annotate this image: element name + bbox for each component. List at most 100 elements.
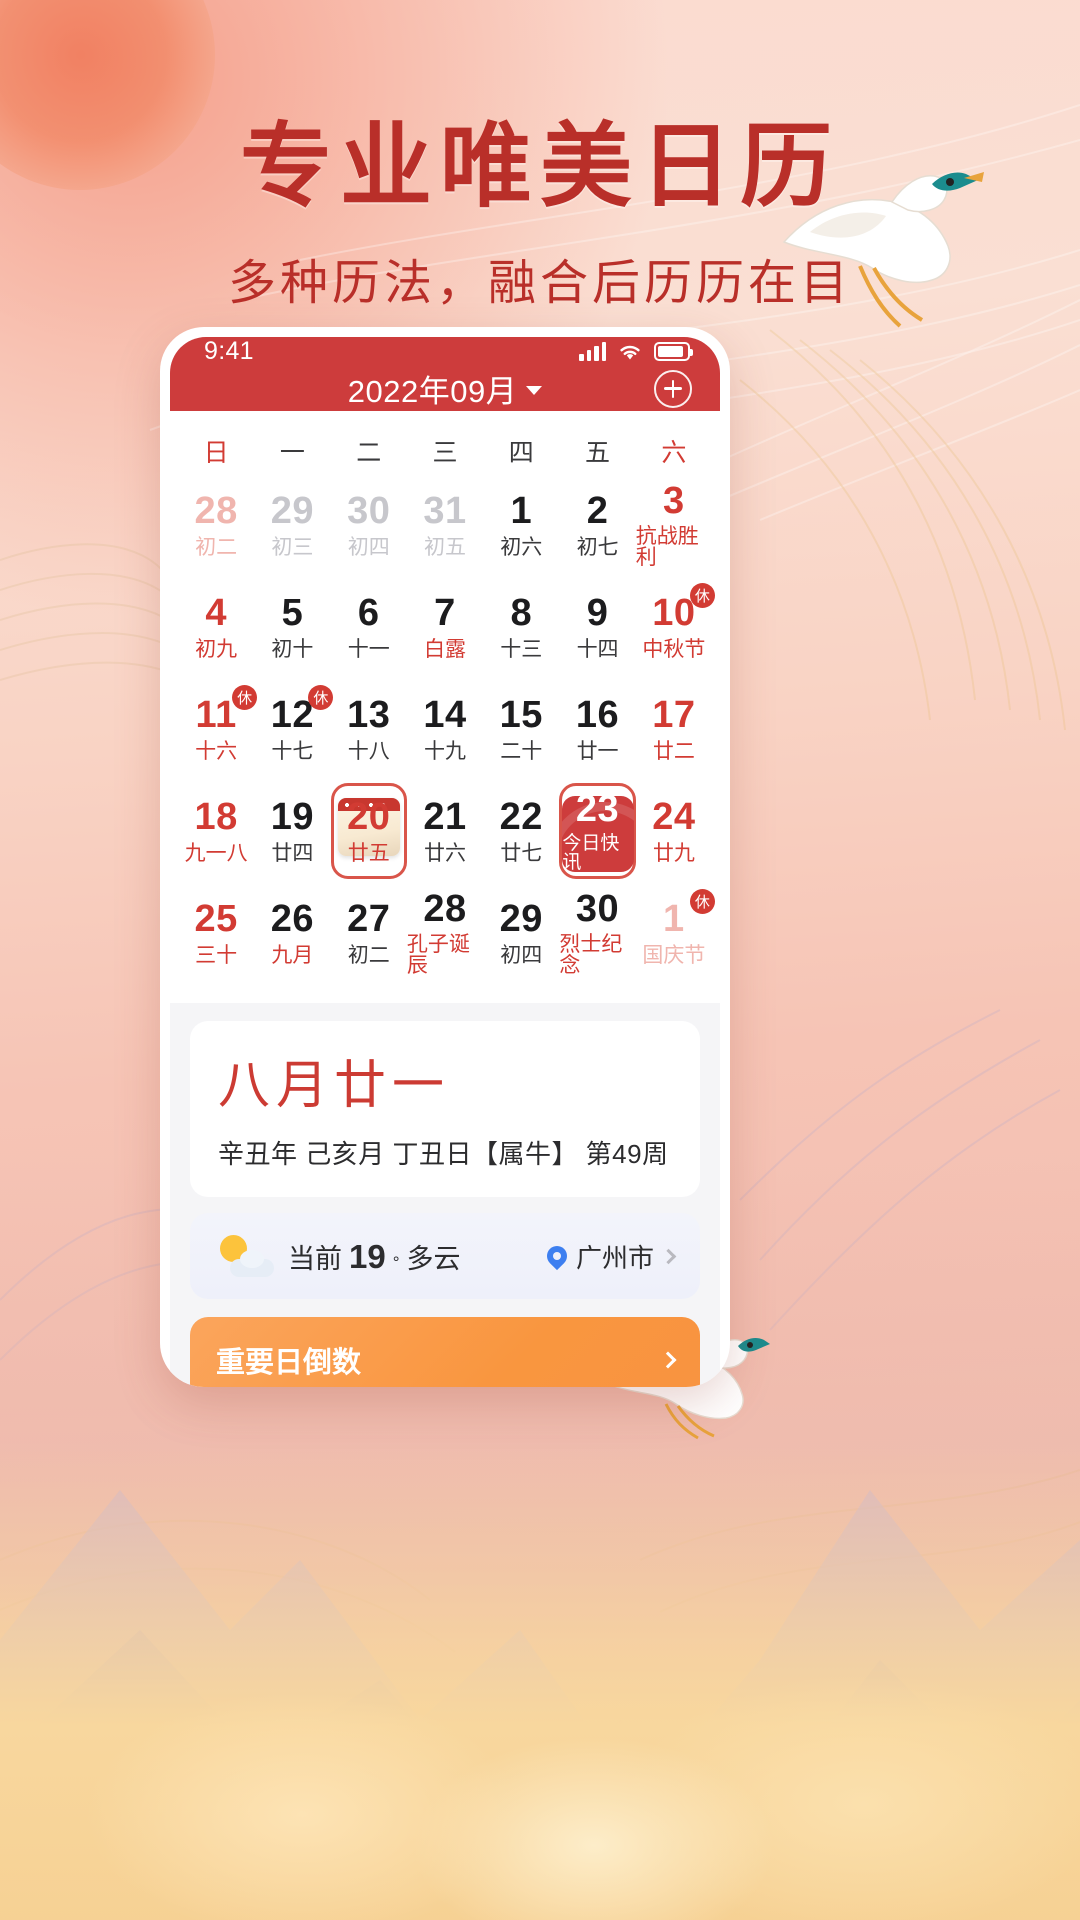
weekday-0: 日 [203,439,229,467]
day-number: 13 [347,694,391,737]
countdown-title: 重要日倒数 [216,1347,362,1379]
day-sublabel: 十七 [271,739,314,763]
weather-label: 当前 [288,1243,342,1274]
calendar-day-cell[interactable]: 15 二十 [483,681,559,777]
day-sublabel: 廿四 [271,841,314,865]
weekday-5: 五 [585,439,611,467]
status-bar: 9:41 [170,337,720,366]
calendar-day-cell[interactable]: 25 三十 [178,885,254,981]
day-number: 1 [510,490,533,533]
crane-icon [782,172,984,328]
day-number: 30 [575,887,620,930]
calendar-day-cell[interactable]: 28 孔子诞辰 [407,885,483,981]
day-sublabel: 初四 [347,535,390,559]
day-sublabel: 十四 [576,637,619,661]
calendar-day-cell[interactable]: 1 国庆节 休 [636,885,715,981]
day-number: 28 [423,887,467,930]
day-number: 3 [663,479,685,522]
calendar-day-cell[interactable]: 18 九一八 [178,783,254,879]
chevron-down-icon [526,386,543,395]
day-number: 11 [195,694,237,737]
calendar-day-cell[interactable]: 9 十四 [559,579,635,675]
day-sublabel: 廿五 [347,841,390,865]
cloud-decoration [0,1440,1080,1920]
phone-mockup: 9:41 2022年09月 日一二三四五六 28 初二 29 初三 30 初四 3 [160,327,730,1387]
day-number: 6 [357,592,380,635]
calendar-day-cell[interactable]: 3 抗战胜利 [636,477,712,573]
calendar-day-cell[interactable]: 5 初十 [254,579,330,675]
calendar-day-cell[interactable]: 28 初二 [178,477,254,573]
day-number: 4 [205,592,227,635]
lunar-date-detail: 辛丑年 己亥月 丁丑日【属牛】 第49周 [218,1139,669,1169]
calendar-day-cell[interactable]: 13 十八 [331,681,407,777]
day-number: 27 [347,898,391,941]
day-sublabel: 国庆节 [642,943,706,967]
calendar-card: 日一二三四五六 28 初二 29 初三 30 初四 31 初五 1 初六 2 初七 3 抗战胜利 4 初九 5 初… [170,411,720,1003]
calendar-day-cell[interactable]: 6 十一 [331,579,407,675]
day-number: 20 [347,796,391,839]
day-sublabel: 孔子诞辰 [406,933,470,978]
weather-location[interactable]: 广州市 [542,1238,677,1275]
day-sublabel: 初六 [500,535,543,559]
calendar-day-cell[interactable]: 8 十三 [483,579,559,675]
day-sublabel: 廿一 [576,739,619,763]
day-number: 5 [281,592,304,635]
countdown-card[interactable]: 重要日倒数 20 4月 谷雨 2天 [190,1317,700,1387]
calendar-day-cell[interactable]: 21 廿六 [407,783,483,879]
calendar-day-cell[interactable]: 12 十七休 [254,681,334,777]
calendar-day-cell[interactable]: 11 十六休 [178,681,258,777]
weekday-2: 二 [356,439,382,467]
calendar-day-cell[interactable]: 30 烈士纪念 [559,885,635,981]
calendar-day-cell[interactable]: 20 廿五 [330,783,407,879]
status-icons [579,342,693,362]
day-number: 22 [499,796,543,839]
calendar-day-cell[interactable]: 22 廿七 [483,783,559,879]
calendar-day-cell[interactable]: 19 廿四 [254,783,330,879]
day-number: 30 [347,490,391,533]
calendar-day-cell[interactable]: 27 初二 [331,885,407,981]
plus-circle-icon[interactable] [654,369,692,408]
weekday-6: 六 [661,439,687,467]
day-number: 1 [663,898,685,941]
weather-temperature: 19 [349,1237,386,1275]
day-sublabel: 初九 [195,637,238,661]
calendar-day-cell[interactable]: 29 初四 [483,885,559,981]
day-number: 24 [652,796,696,839]
calendar-day-cell[interactable]: 29 初三 [254,477,330,573]
month-label: 2022年09月 [347,374,518,409]
calendar-day-cell[interactable]: 24 廿九 [636,783,712,879]
calendar-day-cell[interactable]: 26 九月 [254,885,330,981]
calendar-day-cell[interactable]: 14 十九 [407,681,483,777]
lunar-info-card[interactable]: 八月廿一 辛丑年 己亥月 丁丑日【属牛】 第49周 [190,1021,700,1197]
day-number: 8 [510,592,533,635]
weather-card[interactable]: 当前 19 ° 多云 广州市 [190,1213,700,1299]
holiday-badge: 休 [689,583,715,608]
calendar-day-cell[interactable]: 7 白露 [407,579,483,675]
day-number: 16 [575,694,620,737]
calendar-day-cell[interactable]: 4 初九 [178,579,254,675]
month-selector[interactable]: 2022年09月 [347,366,543,411]
day-sublabel: 今日快讯 [562,833,620,874]
day-sublabel: 初三 [271,535,314,559]
calendar-day-cell[interactable]: 17 廿二 [636,681,712,777]
calendar-grid: 28 初二 29 初三 30 初四 31 初五 1 初六 2 初七 3 抗战胜利 4 初九 5 初十 6 十一 7 白露 8… [170,477,720,981]
day-number: 2 [586,490,609,533]
day-number: 15 [499,694,543,737]
lunar-date-title: 八月廿一 [218,1058,451,1115]
calendar-day-cell[interactable]: 23 今日快讯 [559,783,636,879]
day-sublabel: 十六 [195,739,238,763]
weather-condition: 多云 [406,1243,461,1274]
day-sublabel: 廿六 [423,841,466,865]
calendar-day-cell[interactable]: 10 中秋节 休 [636,579,715,675]
city-label: 广州市 [575,1242,654,1273]
day-sublabel: 初十 [271,637,314,661]
countdown-header[interactable]: 重要日倒数 [216,1339,677,1381]
battery-icon [654,342,693,361]
calendar-day-cell[interactable]: 2 初七 [559,477,635,573]
calendar-day-cell[interactable]: 30 初四 [331,477,407,573]
calendar-day-cell[interactable]: 31 初五 [407,477,483,573]
calendar-day-cell[interactable]: 16 廿一 [559,681,635,777]
day-number: 31 [423,490,467,533]
calendar-day-cell[interactable]: 1 初六 [483,477,559,573]
day-sublabel: 十一 [347,637,390,661]
